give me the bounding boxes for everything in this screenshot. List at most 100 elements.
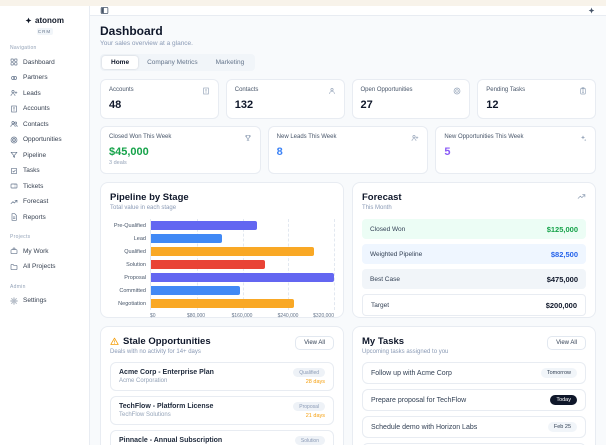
- sidebar-item-label: Reports: [23, 213, 46, 221]
- sidebar-item-label: Tasks: [23, 167, 40, 174]
- view-all-button[interactable]: View All: [547, 336, 586, 350]
- forecast-subtitle: This Month: [362, 205, 392, 211]
- y-axis-label: Proposal: [124, 274, 146, 281]
- bar-committed: [151, 286, 240, 295]
- forecast-row-value: $200,000: [545, 300, 577, 310]
- stale-title: Stale Opportunities: [123, 336, 211, 347]
- nav-section-label: Projects: [10, 234, 31, 240]
- sidebar-item-label: Settings: [23, 297, 47, 304]
- sidebar-item-label: Dashboard: [23, 58, 55, 66]
- forecast-row-label: Target: [371, 301, 390, 309]
- sidebar-item-partners[interactable]: Partners: [6, 71, 83, 85]
- stat-card-contacts[interactable]: Contacts 132: [225, 79, 345, 119]
- stat-value: $45,000: [109, 146, 149, 158]
- due-badge: Today: [550, 395, 577, 405]
- stat-label: New Leads This Week: [276, 134, 337, 140]
- stat-card-closed-won-week[interactable]: Closed Won This Week $45,000 3 deals: [100, 126, 261, 174]
- tasks-title: My Tasks: [362, 336, 405, 347]
- view-all-button[interactable]: View All: [295, 336, 334, 350]
- briefcase-icon: [10, 247, 18, 255]
- task-name: Schedule demo with Horizon Labs: [371, 423, 478, 431]
- stale-opportunity-row[interactable]: TechFlow - Platform License TechFlow Sol…: [110, 396, 334, 425]
- sidebar-item-label: Pipeline: [23, 151, 47, 159]
- page-title: Dashboard: [100, 24, 163, 38]
- grid-icon: [10, 58, 18, 66]
- sidebar-item-leads[interactable]: Leads: [6, 86, 83, 100]
- building-icon: [202, 87, 210, 95]
- task-row[interactable]: Follow up with Acme Corp Tomorrow: [362, 362, 586, 384]
- stat-card-accounts[interactable]: Accounts 48: [100, 79, 219, 119]
- forecast-panel: Forecast This Month Closed Won $125,000 …: [352, 182, 596, 318]
- forecast-row-label: Weighted Pipeline: [370, 250, 423, 258]
- forecast-row-value: $82,500: [550, 249, 578, 259]
- pipeline-by-stage-panel: Pipeline by Stage Total value in each st…: [100, 182, 344, 321]
- my-tasks-panel: My Tasks Upcoming tasks assigned to you …: [352, 326, 596, 445]
- sparkle-icon[interactable]: [587, 6, 596, 15]
- sidebar-item-my-work[interactable]: My Work: [6, 244, 83, 258]
- stat-value: 27: [360, 99, 373, 111]
- sidebar-item-accounts[interactable]: Accounts: [6, 102, 83, 116]
- stat-card-open-opportunities[interactable]: Open Opportunities 27: [351, 79, 471, 119]
- y-axis-label: Lead: [133, 235, 146, 242]
- stat-card-new-leads-week[interactable]: New Leads This Week 8: [267, 126, 429, 174]
- panel-left-icon[interactable]: [100, 6, 109, 15]
- chart-plot-area: [150, 219, 335, 310]
- task-row[interactable]: Schedule demo with Horizon Labs Feb 25: [362, 416, 586, 438]
- forecast-row-value: $475,000: [546, 274, 578, 284]
- age-label: 21 days: [305, 413, 325, 419]
- stat-label: Pending Tasks: [486, 87, 526, 93]
- due-badge: Tomorrow: [540, 368, 577, 378]
- check-square-icon: [10, 167, 18, 175]
- stat-value: 48: [109, 99, 122, 111]
- x-axis: $0 $80,000 $160,000 $240,000 $320,000: [150, 313, 334, 321]
- sidebar-item-settings[interactable]: Settings: [6, 294, 83, 308]
- chart-title: Pipeline by Stage: [110, 192, 189, 203]
- stat-value: 132: [234, 99, 254, 111]
- trending-up-icon: [577, 192, 586, 201]
- tab-company-metrics[interactable]: Company Metrics: [138, 56, 207, 69]
- gridline: [334, 219, 335, 310]
- stale-opportunity-row[interactable]: Pinnacle - Annual Subscription Pinnacle …: [110, 430, 334, 445]
- sidebar-item-contacts[interactable]: Contacts: [6, 117, 83, 131]
- sidebar-item-tickets[interactable]: Tickets: [6, 179, 83, 193]
- stage-badge: Solution: [294, 436, 325, 445]
- stat-card-new-opportunities-week[interactable]: New Opportunities This Week 5: [435, 126, 596, 174]
- sidebar-item-dashboard[interactable]: Dashboard: [6, 55, 83, 69]
- task-name: Follow up with Acme Corp: [371, 369, 452, 377]
- opportunity-name: Pinnacle - Annual Subscription: [119, 437, 223, 444]
- building-icon: [10, 105, 18, 113]
- stat-label: New Opportunities This Week: [444, 134, 524, 140]
- users-icon: [10, 120, 18, 128]
- stat-card-pending-tasks[interactable]: Pending Tasks 12: [477, 79, 596, 119]
- tab-home[interactable]: Home: [102, 56, 139, 69]
- target-icon: [10, 136, 18, 144]
- sidebar-item-forecast[interactable]: Forecast: [6, 195, 83, 209]
- bar-negotiation: [151, 299, 294, 308]
- sidebar-item-label: Contacts: [23, 120, 49, 128]
- stale-opportunities-panel: Stale Opportunities Deals with no activi…: [100, 326, 344, 445]
- stale-subtitle: Deals with no activity for 14+ days: [110, 349, 201, 355]
- sidebar-item-reports[interactable]: Reports: [6, 210, 83, 224]
- tab-marketing[interactable]: Marketing: [207, 56, 254, 69]
- sidebar-item-all-projects[interactable]: All Projects: [6, 260, 83, 274]
- page-subtitle: Your sales overview at a glance.: [100, 40, 193, 47]
- sidebar-item-tasks[interactable]: Tasks: [6, 164, 83, 178]
- sidebar-item-label: Opportunities: [23, 136, 62, 143]
- logo-name: atonom: [35, 16, 64, 25]
- folder-icon: [10, 263, 18, 271]
- sidebar-item-opportunities[interactable]: Opportunities: [6, 133, 83, 147]
- task-row[interactable]: Prepare proposal for TechFlow Today: [362, 389, 586, 411]
- stage-badge: Qualified: [293, 368, 325, 377]
- forecast-row-label: Best Case: [370, 275, 400, 283]
- user-plus-icon: [10, 89, 18, 97]
- x-tick: $160,000: [231, 313, 253, 319]
- file-text-icon: [10, 213, 18, 221]
- sidebar-item-pipeline[interactable]: Pipeline: [6, 148, 83, 162]
- forecast-row-value: $125,000: [546, 224, 578, 234]
- task-name: Prepare proposal for TechFlow: [371, 396, 467, 404]
- bar-proposal: [151, 273, 334, 282]
- stage-badge: Proposal: [293, 402, 325, 411]
- stale-opportunity-row[interactable]: Acme Corp - Enterprise Plan Acme Corpora…: [110, 362, 334, 391]
- x-tick: $80,000: [186, 313, 206, 319]
- stat-value: 12: [486, 99, 499, 111]
